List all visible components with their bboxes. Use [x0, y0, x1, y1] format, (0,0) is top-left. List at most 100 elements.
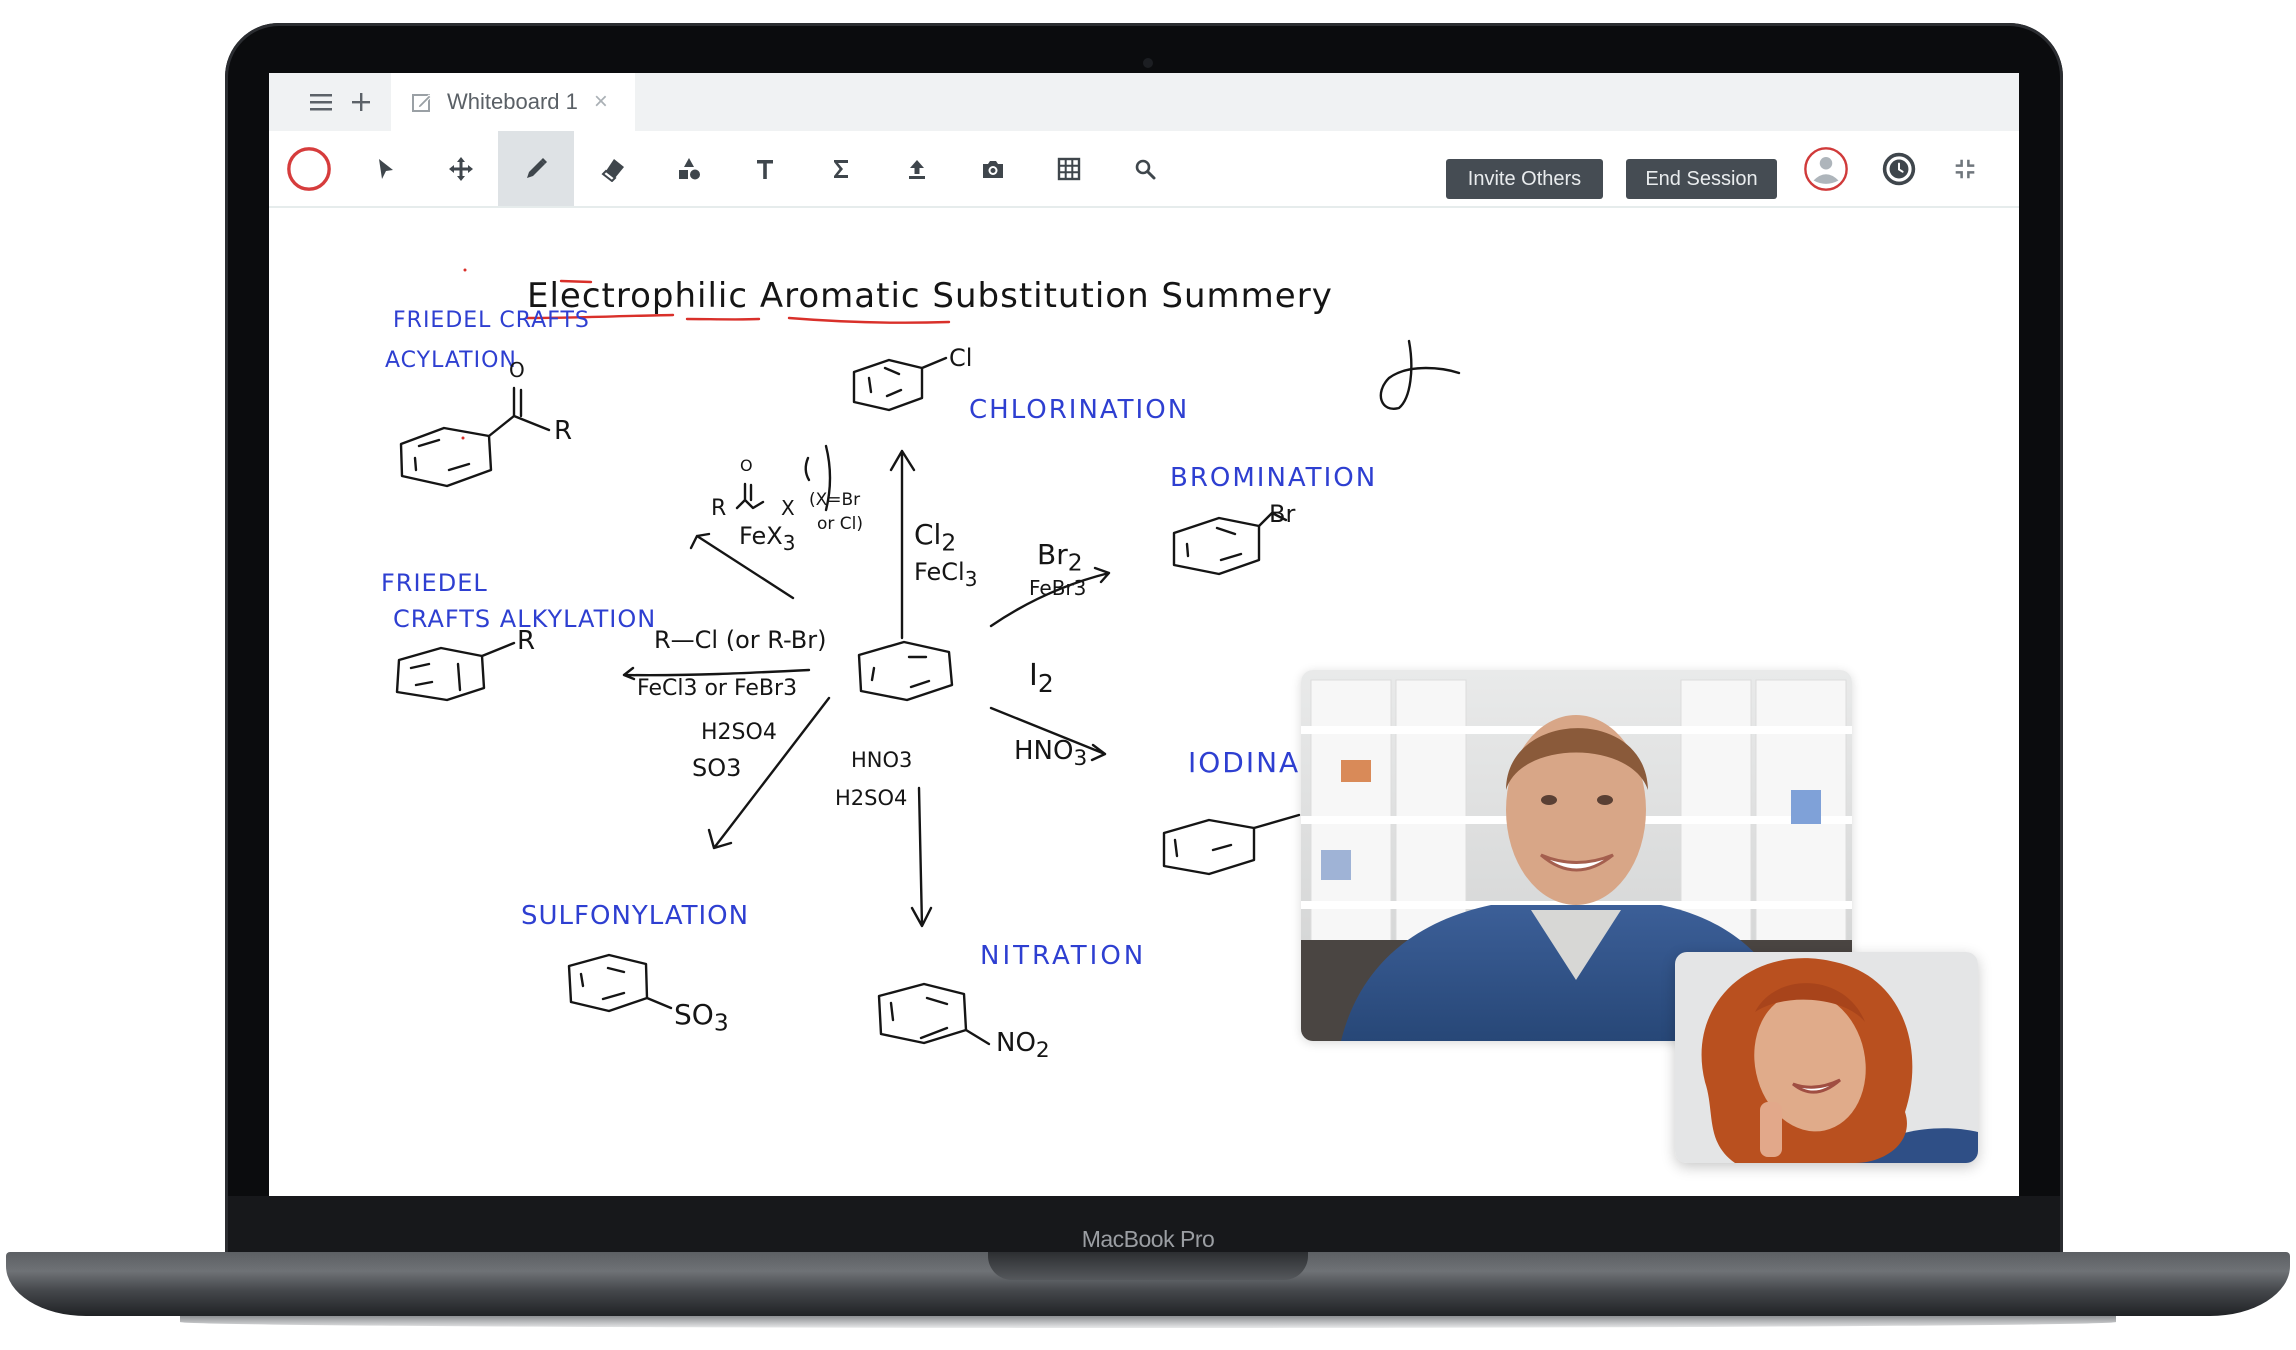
camera-icon [983, 160, 1003, 178]
substituent-acyl-o: O [509, 358, 525, 382]
reagent-fecl3: FeCl3 [914, 558, 977, 591]
fex3-subscript: 3 [782, 530, 796, 555]
snapshot-tool[interactable] [955, 131, 1031, 206]
red-circle-icon [287, 146, 331, 191]
user-avatar-button[interactable] [1788, 131, 1864, 206]
fecl3-text: FeCl [914, 558, 965, 586]
tab-label: Whiteboard 1 [447, 89, 578, 114]
new-tab-button[interactable] [331, 73, 391, 131]
whiteboard-title: Electrophilic Aromatic Substitution Summ… [527, 276, 1333, 316]
label-fc-acylation-2: ACYLATION [385, 348, 517, 373]
user-avatar-icon [1804, 146, 1848, 191]
substituent-br: Br [1269, 500, 1296, 528]
pen-tool[interactable] [498, 131, 574, 206]
no2-subscript: 2 [1035, 1038, 1050, 1064]
label-fc-alkylation-1: FRIEDEL [381, 569, 488, 597]
cl2-subscript: 2 [941, 528, 957, 557]
i2-text: I [1029, 658, 1038, 693]
tab-whiteboard-1[interactable]: Whiteboard 1 × [391, 73, 635, 131]
edit-icon [412, 94, 432, 112]
label-chlorination: CHLORINATION [969, 395, 1190, 425]
reagent-so3: SO3 [692, 754, 742, 782]
br2-text: Br [1037, 538, 1068, 571]
laptop-notch [988, 1252, 1308, 1280]
eraser-icon [601, 158, 624, 182]
zoom-tool[interactable] [1107, 131, 1183, 206]
end-session-button[interactable]: End Session [1626, 159, 1777, 199]
reagent-i2: I2 [1029, 658, 1054, 698]
app-screen: Whiteboard 1 × Invite Others End Session… [269, 73, 2019, 1196]
i2-subscript: 2 [1037, 669, 1054, 698]
pencil-icon [527, 157, 547, 178]
pan-tool[interactable] [423, 131, 499, 206]
substituent-cl: Cl [949, 344, 973, 372]
reagent-acyl-r: R [711, 496, 727, 521]
hno3-subscript: 3 [1073, 746, 1088, 772]
toolbar: Invite Others End Session [269, 131, 2019, 208]
fecl3-subscript: 3 [964, 566, 978, 591]
close-icon[interactable]: × [594, 88, 608, 116]
device-label: MacBook Pro [1081, 1226, 1215, 1252]
hno3-text: HNO [1014, 736, 1074, 766]
arrow-up-chlorination [889, 449, 916, 640]
upload-icon [909, 159, 925, 179]
benzene-sulfonylation [567, 953, 673, 1013]
select-tool[interactable] [347, 131, 423, 206]
reagent-acyl-o: O [740, 456, 753, 475]
pointer-arrow-icon [379, 158, 393, 179]
benzene-nitration [877, 982, 991, 1046]
reagent-h2so4: H2SO4 [701, 720, 777, 745]
text-T-icon [757, 159, 773, 179]
reagent-acyl-catalyst: FeX3 [739, 522, 795, 555]
benzene-center [857, 640, 954, 702]
so3-subscript: 3 [713, 1008, 729, 1037]
timer-button[interactable] [1861, 131, 1937, 206]
plus-icon [352, 93, 370, 111]
reagent-cl2: Cl2 [914, 518, 956, 557]
substituent-so3: SO3 [674, 998, 729, 1037]
invite-others-button[interactable]: Invite Others [1446, 159, 1603, 199]
br2-subscript: 2 [1067, 548, 1083, 577]
collapse-button[interactable] [1927, 131, 2003, 206]
cl2-text: Cl [914, 518, 942, 551]
move-arrows-icon [449, 156, 473, 181]
color-picker-button[interactable] [271, 131, 347, 206]
benzene-acylation [399, 386, 551, 488]
label-sulfonylation: SULFONYLATION [521, 901, 750, 931]
reagent-alkyl-catalyst: FeCl3 or FeBr3 [637, 676, 798, 701]
reagent-h2so4-down: H2SO4 [835, 786, 908, 810]
eraser-tool[interactable] [575, 131, 651, 206]
arrow-nitration [910, 786, 933, 928]
video-tile-participant-self[interactable] [1675, 952, 1978, 1163]
no2-text: NO [996, 1028, 1036, 1058]
upload-tool[interactable] [879, 131, 955, 206]
reagent-hno3-down: HNO3 [851, 748, 913, 772]
label-iodination: IODINA [1188, 746, 1301, 779]
compress-icon [1955, 159, 1975, 178]
grid-icon [1057, 157, 1081, 180]
laptop-shadow [180, 1316, 2116, 1328]
substituent-acyl-r: R [554, 416, 573, 446]
webcam [1143, 58, 1153, 68]
benzene-chlorination [852, 356, 948, 412]
search-icon [1135, 159, 1156, 179]
text-tool[interactable] [727, 131, 803, 206]
label-bromination: BROMINATION [1170, 463, 1378, 493]
shapes-icon [679, 157, 700, 179]
clock-icon [1882, 152, 1916, 185]
benzene-alkylation [395, 641, 516, 702]
so3-text: SO [674, 998, 714, 1031]
grid-tool[interactable] [1031, 131, 1107, 206]
label-nitration: NITRATION [980, 941, 1147, 971]
shapes-tool[interactable] [651, 131, 727, 206]
hamburger-menu-icon [310, 94, 332, 111]
reagent-acyl-note-2: or Cl) [817, 514, 864, 534]
equation-tool[interactable] [803, 131, 879, 206]
tab-bar: Whiteboard 1 × [269, 73, 2019, 131]
title-flourish [1379, 339, 1461, 410]
reagent-acyl-x: X [781, 496, 795, 520]
reagent-alkyl-rcl: R—Cl (or R-Br) [654, 626, 827, 654]
sigma-icon [834, 159, 848, 178]
substituent-alkyl-r: R [517, 626, 536, 656]
reagent-br2: Br2 [1037, 538, 1083, 577]
